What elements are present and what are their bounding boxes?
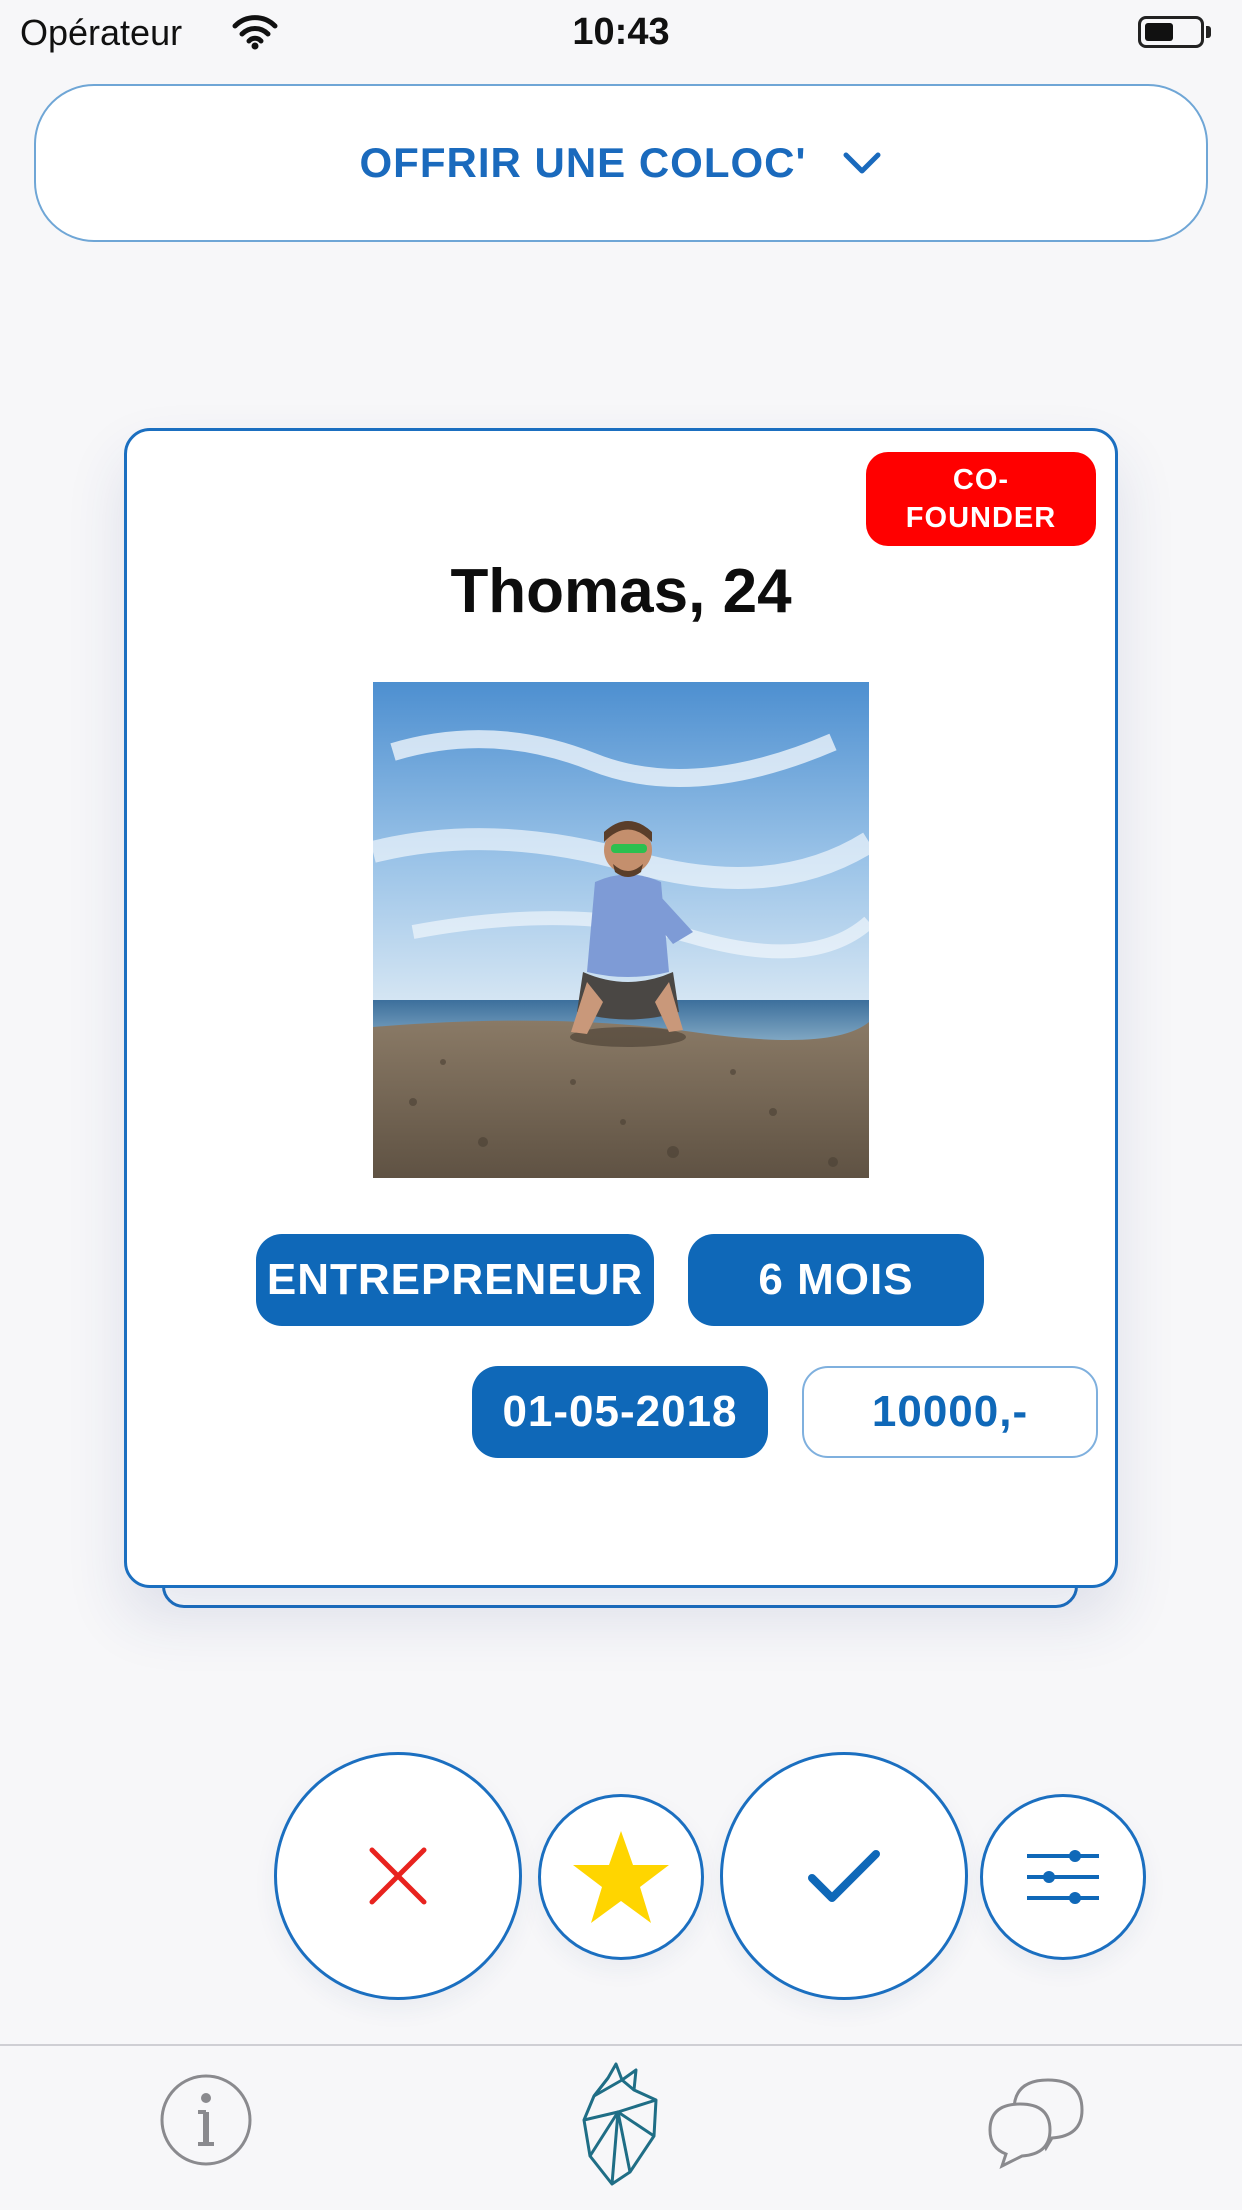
heart-logo-icon[interactable] (578, 2060, 664, 2186)
tag-price: 10000,- (802, 1366, 1098, 1458)
chat-icon[interactable] (984, 2070, 1088, 2170)
reject-button[interactable] (274, 1752, 522, 2000)
mode-dropdown[interactable]: OFFRIR UNE COLOC' (34, 84, 1208, 242)
profile-photo[interactable] (373, 682, 869, 1178)
mode-label: OFFRIR UNE COLOC' (359, 139, 807, 186)
accept-button[interactable] (720, 1752, 968, 2000)
clock: 10:43 (572, 11, 670, 53)
tag-date: 01-05-2018 (472, 1366, 768, 1458)
badge-line-2: FOUNDER (905, 502, 1057, 534)
info-icon[interactable] (158, 2072, 254, 2168)
profile-name-age: Thomas, 24 (450, 557, 792, 626)
filter-button[interactable] (980, 1794, 1146, 1960)
battery-icon (1138, 16, 1204, 48)
star-icon (573, 1831, 669, 1923)
battery-tip (1206, 26, 1211, 38)
cofounder-badge: CO- FOUNDER (866, 452, 1096, 546)
sliders-icon (1027, 1850, 1099, 1904)
tag-duration: 6 MOIS (688, 1234, 984, 1326)
close-icon (369, 1847, 427, 1905)
badge-line-1: CO- (952, 464, 1010, 496)
check-icon (808, 1850, 880, 1902)
chevron-down-icon (843, 152, 881, 174)
tag-occupation: ENTREPRENEUR (256, 1234, 654, 1326)
favorite-button[interactable] (538, 1794, 704, 1960)
